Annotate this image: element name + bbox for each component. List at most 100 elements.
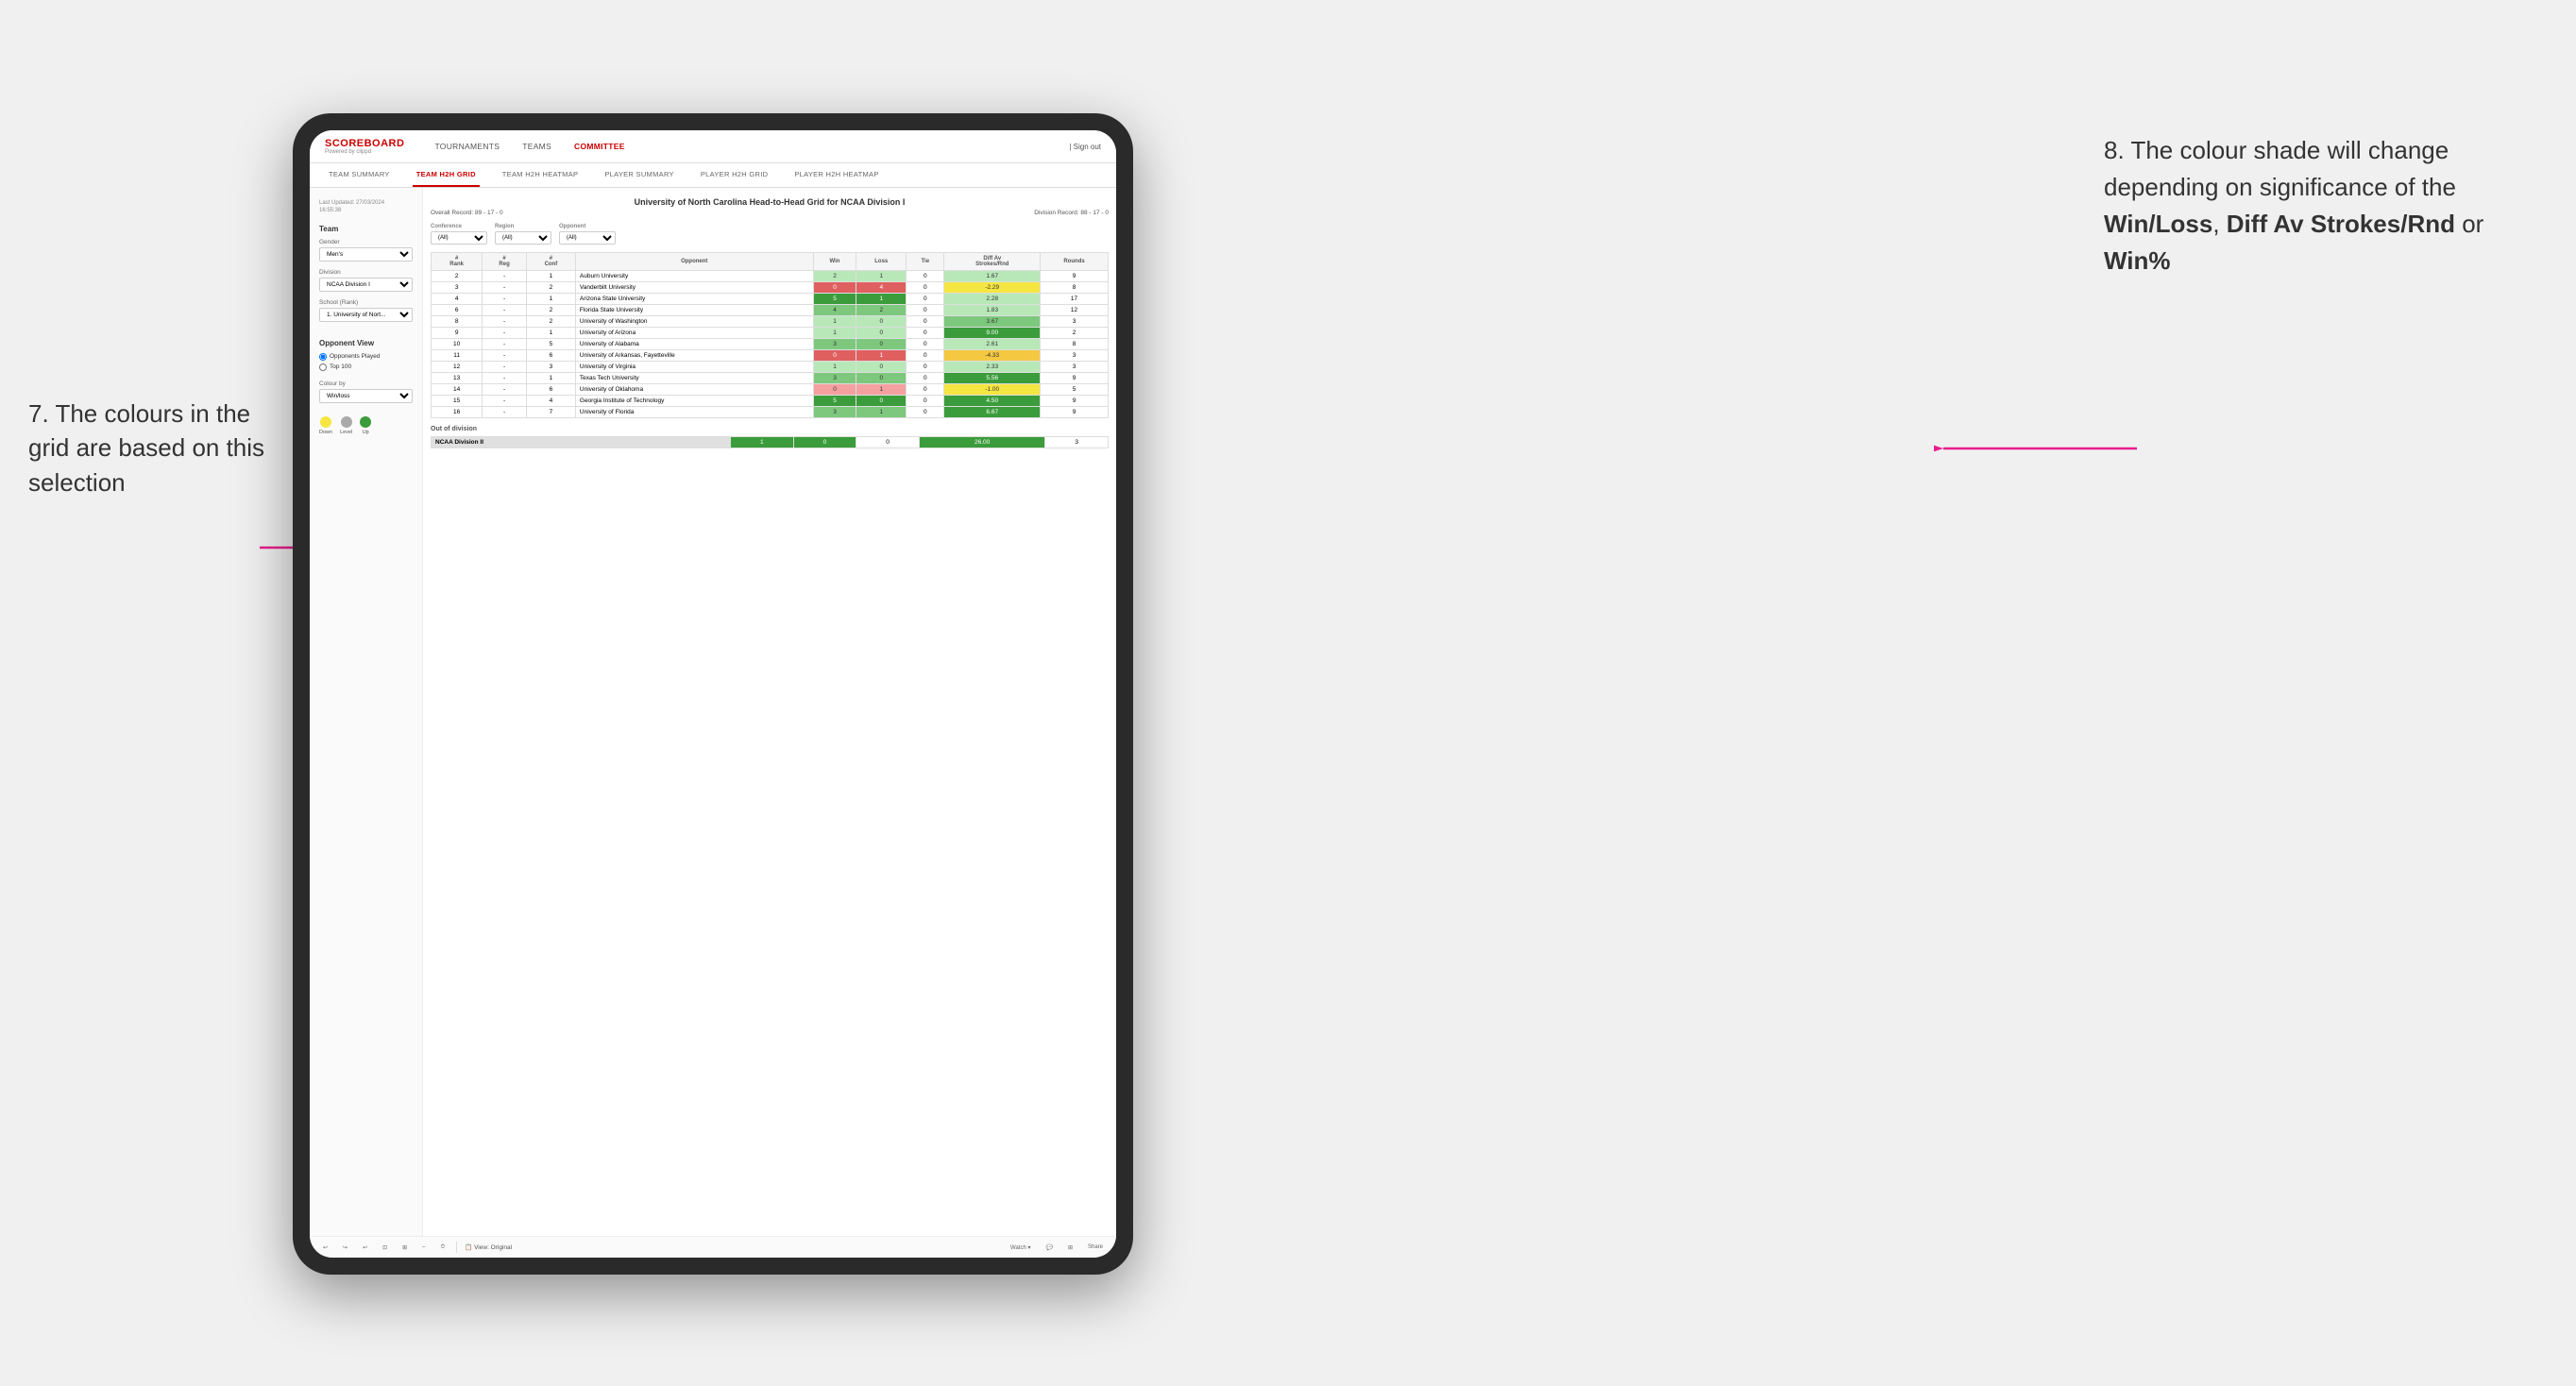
grid-title: University of North Carolina Head-to-Hea… [431, 197, 1109, 207]
cell-rounds: 9 [1041, 407, 1109, 418]
toolbar-undo[interactable]: ↩ [319, 1242, 331, 1253]
sidebar-division-select[interactable]: NCAA Division I [319, 278, 413, 292]
cell-conf: 7 [526, 407, 575, 418]
sub-nav-team-h2h-heatmap[interactable]: TEAM H2H HEATMAP [499, 163, 583, 187]
logo-text: SCOREBOARD [325, 138, 404, 149]
cell-reg: - [483, 396, 527, 407]
toolbar-watch[interactable]: Watch ▾ [1007, 1242, 1034, 1253]
down-dot [320, 416, 331, 428]
cell-reg: - [483, 407, 527, 418]
cell-opponent: Florida State University [575, 305, 813, 316]
cell-rank: 15 [432, 396, 483, 407]
cell-rounds: 9 [1041, 373, 1109, 384]
cell-rank: 6 [432, 305, 483, 316]
table-row: 10 - 5 University of Alabama 3 0 0 2.61 … [432, 339, 1109, 350]
cell-tie: 0 [907, 282, 944, 294]
sidebar-gender-label: Gender [319, 239, 413, 245]
overall-record: Overall Record: 89 - 17 - 0 [431, 210, 503, 216]
cell-reg: - [483, 271, 527, 282]
radio-top100[interactable]: Top 100 [319, 363, 413, 371]
cell-diff: 1.67 [944, 271, 1041, 282]
grid-subtitle: Overall Record: 89 - 17 - 0 Division Rec… [431, 210, 1109, 216]
cell-tie: 0 [907, 328, 944, 339]
cell-tie: 0 [907, 350, 944, 362]
nav-sign-out[interactable]: | Sign out [1069, 143, 1101, 151]
toolbar-view[interactable]: 📋 View: Original [465, 1243, 512, 1251]
sidebar-opponent-view-title: Opponent View [319, 339, 413, 347]
cell-reg: - [483, 362, 527, 373]
cell-opponent: Auburn University [575, 271, 813, 282]
sub-nav-player-summary[interactable]: PLAYER SUMMARY [601, 163, 678, 187]
sidebar-team-title: Team [319, 225, 413, 233]
annotation-bold-winloss: Win/Loss [2104, 210, 2212, 238]
cell-reg: - [483, 373, 527, 384]
toolbar-add[interactable]: ⊞ [398, 1242, 411, 1253]
cell-win: 3 [813, 373, 856, 384]
toolbar-redo[interactable]: ↪ [339, 1242, 351, 1253]
cell-rounds: 3 [1041, 350, 1109, 362]
cell-loss: 1 [856, 407, 907, 418]
sidebar-school-select[interactable]: 1. University of Nort... [319, 308, 413, 322]
cell-tie: 0 [907, 407, 944, 418]
main-content: Last Updated: 27/03/2024 16:55:38 Team G… [310, 188, 1116, 1236]
cell-reg: - [483, 384, 527, 396]
cell-win: 4 [813, 305, 856, 316]
conference-select[interactable]: (All) [431, 231, 487, 245]
cell-loss: 0 [856, 316, 907, 328]
toolbar-share[interactable]: Share [1084, 1242, 1107, 1252]
cell-tie: 0 [907, 339, 944, 350]
cell-tie: 0 [907, 271, 944, 282]
cell-rounds: 17 [1041, 294, 1109, 305]
cell-rank: 14 [432, 384, 483, 396]
cell-diff: 6.67 [944, 407, 1041, 418]
out-of-division-table: NCAA Division II 1 0 0 26.00 3 [431, 436, 1109, 448]
cell-win: 0 [813, 384, 856, 396]
filter-row: Conference (All) Region (All) Opponent (… [431, 224, 1109, 245]
out-of-division: Out of division NCAA Division II 1 0 0 2… [431, 426, 1109, 448]
radio-opponents-played[interactable]: Opponents Played [319, 353, 413, 361]
colour-dot-up: Up [360, 416, 371, 435]
cell-rounds: 3 [1041, 362, 1109, 373]
cell-opponent: University of Washington [575, 316, 813, 328]
colour-dot-down: Down [319, 416, 332, 435]
nav-committee[interactable]: COMMITTEE [574, 142, 625, 151]
cell-win: 0 [813, 282, 856, 294]
cell-diff: -1.00 [944, 384, 1041, 396]
cell-rank: 9 [432, 328, 483, 339]
sidebar-gender-select[interactable]: Men's [319, 247, 413, 262]
cell-reg: - [483, 316, 527, 328]
sub-nav-player-h2h-grid[interactable]: PLAYER H2H GRID [697, 163, 771, 187]
toolbar-back[interactable]: ↩ [359, 1242, 371, 1253]
cell-conf: 3 [526, 362, 575, 373]
cell-win: 0 [813, 350, 856, 362]
sub-nav-team-summary[interactable]: TEAM SUMMARY [325, 163, 394, 187]
cell-diff: 9.00 [944, 328, 1041, 339]
toolbar-comment[interactable]: 💬 [1042, 1242, 1056, 1253]
cell-opponent: Texas Tech University [575, 373, 813, 384]
cell-conf: 6 [526, 384, 575, 396]
region-select[interactable]: (All) [495, 231, 551, 245]
cell-tie: 0 [907, 396, 944, 407]
annotation-right-text: The colour shade will change depending o… [2104, 136, 2456, 201]
nav-tournaments[interactable]: TOURNAMENTS [434, 142, 500, 151]
up-label: Up [363, 430, 369, 435]
toolbar-copy[interactable]: ⊡ [379, 1242, 391, 1253]
cell-opponent: University of Florida [575, 407, 813, 418]
opponent-select[interactable]: (All) [559, 231, 616, 245]
sidebar-colour-by-select[interactable]: Win/loss [319, 389, 413, 403]
cell-rank: 2 [432, 271, 483, 282]
annotation-bold-diffav: Diff Av Strokes/Rnd [2227, 210, 2455, 238]
cell-opponent: Vanderbilt University [575, 282, 813, 294]
cell-rounds: 9 [1041, 396, 1109, 407]
sub-nav-team-h2h-grid[interactable]: TEAM H2H GRID [413, 163, 480, 187]
cell-opponent: University of Arkansas, Fayetteville [575, 350, 813, 362]
cell-loss: 1 [856, 271, 907, 282]
cell-loss: 0 [856, 373, 907, 384]
cell-diff: 2.28 [944, 294, 1041, 305]
nav-teams[interactable]: TEAMS [522, 142, 551, 151]
sub-nav-player-h2h-heatmap[interactable]: PLAYER H2H HEATMAP [790, 163, 882, 187]
colour-dot-level: Level [340, 416, 352, 435]
cell-diff: -4.33 [944, 350, 1041, 362]
toolbar-clock[interactable]: ⏱ [437, 1242, 449, 1253]
toolbar-grid-icon[interactable]: ⊞ [1064, 1242, 1076, 1253]
